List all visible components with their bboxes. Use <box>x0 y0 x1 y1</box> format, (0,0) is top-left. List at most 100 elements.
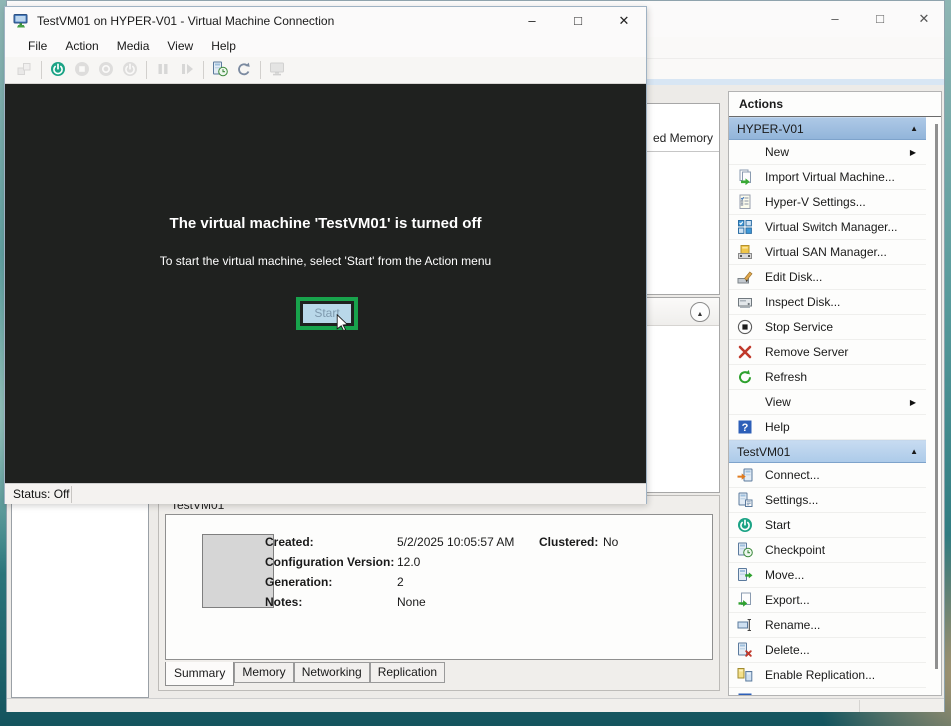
save-icon <box>122 61 138 80</box>
start-power-icon <box>737 517 753 533</box>
action-item-rename[interactable]: Rename... <box>729 613 926 638</box>
chevron-up-icon: ▲ <box>910 447 918 456</box>
menu-action[interactable]: Action <box>56 37 107 55</box>
action-item-checkpoint[interactable]: Checkpoint <box>729 538 926 563</box>
detail-value: 12.0 <box>397 555 420 569</box>
revert-icon <box>236 61 252 80</box>
toolbar-turn-off-button[interactable] <box>70 59 94 81</box>
detail-field-notes: Notes:None <box>265 592 514 612</box>
mouse-cursor-icon <box>336 314 352 330</box>
action-item-new[interactable]: New▶ <box>729 140 926 165</box>
action-item-hyper-v-settings[interactable]: Hyper-V Settings... <box>729 190 926 215</box>
tab-memory[interactable]: Memory <box>234 662 293 683</box>
action-item-delete[interactable]: Delete... <box>729 638 926 663</box>
action-item-export[interactable]: Export... <box>729 588 926 613</box>
rename-icon <box>737 617 753 633</box>
toolbar-revert-button[interactable] <box>232 59 256 81</box>
action-item-help[interactable]: ?Help <box>729 415 926 440</box>
detail-field-generation: Generation:2 <box>265 572 514 592</box>
action-item-refresh[interactable]: Refresh <box>729 365 926 390</box>
chevron-up-icon: ▲ <box>910 124 918 133</box>
action-item-virtual-san-manager[interactable]: Virtual SAN Manager... <box>729 240 926 265</box>
toolbar-checkpoint-button[interactable] <box>208 59 232 81</box>
vm-screen: The virtual machine 'TestVM01' is turned… <box>5 84 646 483</box>
section-header-label: HYPER-V01 <box>737 122 804 136</box>
remove-server-icon <box>737 344 753 360</box>
vmconnect-maximize-button[interactable]: □ <box>563 10 593 32</box>
enable-replication-icon <box>737 667 753 683</box>
ctrl-alt-del-icon <box>17 61 33 80</box>
action-item-enable-replication[interactable]: Enable Replication... <box>729 663 926 688</box>
action-item-virtual-switch-manager[interactable]: Virtual Switch Manager... <box>729 215 926 240</box>
action-item-move[interactable]: Move... <box>729 563 926 588</box>
actions-section-testvm01[interactable]: TestVM01 ▲ <box>729 440 926 463</box>
action-item-settings[interactable]: Settings... <box>729 488 926 513</box>
toolbar-start-power-button[interactable] <box>46 59 70 81</box>
import-vm-icon <box>737 169 753 185</box>
reset-icon <box>179 61 195 80</box>
desktop: – □ ✕ ed Memory ▲ TestVM01 Created:5/2/ <box>0 0 951 726</box>
menu-media[interactable]: Media <box>108 37 159 55</box>
edit-disk-icon <box>737 269 753 285</box>
vm-off-heading: The virtual machine 'TestVM01' is turned… <box>5 215 646 232</box>
action-item-connect[interactable]: Connect... <box>729 463 926 488</box>
action-item-edit-disk[interactable]: Edit Disk... <box>729 265 926 290</box>
action-item-label: Connect... <box>765 468 926 482</box>
move-icon <box>737 567 753 583</box>
toolbar-pause-button[interactable] <box>151 59 175 81</box>
action-item-label: Virtual SAN Manager... <box>765 245 926 259</box>
action-item-label: Import Virtual Machine... <box>765 170 926 184</box>
vm-details-pane: TestVM01 Created:5/2/2025 10:05:57 AMCon… <box>158 495 720 691</box>
section-header-label: TestVM01 <box>737 445 790 459</box>
help-icon: ? <box>737 692 753 696</box>
toolbar-reset-button[interactable] <box>175 59 199 81</box>
toolbar-separator <box>203 61 204 79</box>
checkpoints-collapse-button[interactable]: ▲ <box>690 302 710 322</box>
actions-scrollbar[interactable] <box>935 124 938 669</box>
action-item-view[interactable]: View▶ <box>729 390 926 415</box>
checkpoint-icon <box>212 61 228 80</box>
action-item-label: Export... <box>765 593 926 607</box>
action-item-label: New <box>765 145 910 159</box>
tab-summary[interactable]: Summary <box>165 662 234 686</box>
detail-label: Created: <box>265 535 397 549</box>
menu-help[interactable]: Help <box>202 37 245 55</box>
vmconnect-titlebar: TestVM01 on HYPER-V01 - Virtual Machine … <box>5 7 646 35</box>
column-header-assigned-memory[interactable]: ed Memory <box>653 131 713 145</box>
actions-section-hyper-v01[interactable]: HYPER-V01 ▲ <box>729 117 926 140</box>
manager-maximize-button[interactable]: □ <box>867 8 893 30</box>
toolbar-save-button[interactable] <box>118 59 142 81</box>
vmconnect-close-button[interactable]: ✕ <box>609 10 639 32</box>
manager-close-button[interactable]: ✕ <box>911 8 937 30</box>
action-item-import-virtual-machine[interactable]: Import Virtual Machine... <box>729 165 926 190</box>
toolbar-ctrl-alt-del-button[interactable] <box>13 59 37 81</box>
vm-monitor-icon <box>13 13 29 29</box>
chevron-up-icon: ▲ <box>697 311 704 318</box>
menu-view[interactable]: View <box>158 37 202 55</box>
toolbar-enhanced-session-button[interactable] <box>265 59 289 81</box>
virtual-switch-icon <box>737 219 753 235</box>
action-item-inspect-disk[interactable]: Inspect Disk... <box>729 290 926 315</box>
detail-value: 5/2/2025 10:05:57 AM <box>397 535 514 549</box>
action-item-help[interactable]: ?Help <box>729 688 926 696</box>
detail-label: Clustered: <box>539 535 603 549</box>
action-item-stop-service[interactable]: Stop Service <box>729 315 926 340</box>
action-item-label: Settings... <box>765 493 926 507</box>
toolbar-shut-down-button[interactable] <box>94 59 118 81</box>
vmconnect-minimize-button[interactable]: – <box>517 10 547 32</box>
actions-list: HYPER-V01 ▲ New▶ Import Virtual Machine... H… <box>729 117 926 696</box>
shut-down-icon <box>98 61 114 80</box>
vmconnect-title: TestVM01 on HYPER-V01 - Virtual Machine … <box>37 14 334 28</box>
tab-networking[interactable]: Networking <box>294 662 370 683</box>
toolbar-separator <box>41 61 42 79</box>
action-item-label: View <box>765 395 910 409</box>
tab-replication[interactable]: Replication <box>370 662 445 683</box>
action-item-start[interactable]: Start <box>729 513 926 538</box>
action-item-label: Move... <box>765 568 926 582</box>
detail-field-clustered: Clustered: No <box>539 532 618 552</box>
detail-value: 2 <box>397 575 404 589</box>
manager-minimize-button[interactable]: – <box>822 8 848 30</box>
detail-label: Configuration Version: <box>265 555 397 569</box>
menu-file[interactable]: File <box>19 37 56 55</box>
action-item-remove-server[interactable]: Remove Server <box>729 340 926 365</box>
